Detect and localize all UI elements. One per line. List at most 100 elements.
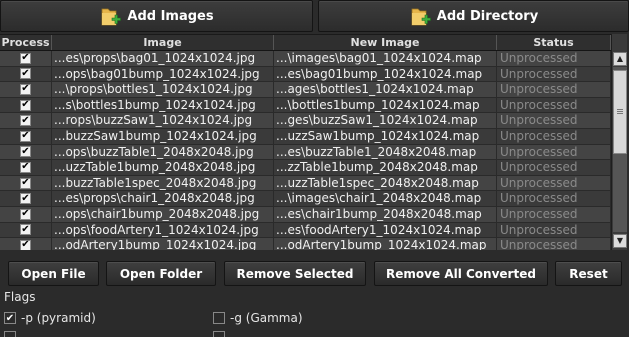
table-row[interactable]: ✔ ...ops\chair1bump_2048x2048.jpg ...es\ch… bbox=[0, 206, 611, 223]
vertical-scrollbar[interactable]: ▲ ▼ bbox=[611, 34, 627, 250]
table-row[interactable]: ✔ ...ops\buzzTable1_2048x2048.jpg ...es\bu… bbox=[0, 144, 611, 161]
process-cell: ✔ bbox=[0, 206, 52, 222]
column-header-new-image[interactable]: New Image bbox=[274, 35, 497, 50]
checkbox-checked-icon[interactable]: ✔ bbox=[20, 99, 31, 111]
add-directory-label: Add Directory bbox=[436, 8, 539, 24]
status-cell: Unprocessed bbox=[497, 113, 611, 128]
column-header-status[interactable]: Status bbox=[497, 35, 611, 50]
status-cell: Unprocessed bbox=[497, 175, 611, 191]
image-path-cell: ...es\props\chair1_2048x2048.jpg bbox=[52, 191, 274, 206]
new-image-path-cell: ...ages\bottles1_1024x1024.map bbox=[274, 82, 497, 97]
table-row[interactable]: ✔ ...ops\bag01bump_1024x1024.jpg ...es\bag… bbox=[0, 66, 611, 83]
checkbox-checked-icon[interactable]: ✔ bbox=[20, 68, 31, 80]
status-cell: Unprocessed bbox=[497, 82, 611, 97]
flag-pyramid-checkbox[interactable]: ✔ -p (pyramid) bbox=[4, 311, 96, 325]
checkbox-checked-icon[interactable]: ✔ bbox=[20, 161, 31, 173]
new-image-path-cell: ...\images\chair1_2048x2048.map bbox=[274, 191, 497, 206]
checkbox-checked-icon[interactable]: ✔ bbox=[4, 312, 16, 324]
new-image-path-cell: ...es\foodArtery1_1024x1024.map bbox=[274, 222, 497, 238]
new-image-path-cell: ...uzzSaw1bump_1024x1024.map bbox=[274, 128, 497, 144]
process-cell: ✔ bbox=[0, 191, 52, 206]
flag-gamma-checkbox[interactable]: -g (Gamma) bbox=[213, 311, 303, 325]
checkbox-checked-icon[interactable]: ✔ bbox=[20, 83, 31, 95]
add-images-button[interactable]: Add Images bbox=[0, 0, 313, 32]
image-path-cell: ...es\props\bag01_1024x1024.jpg bbox=[52, 51, 274, 66]
new-image-path-cell: ...ges\buzzSaw1_1024x1024.map bbox=[274, 113, 497, 128]
grid-body: ✔ ...es\props\bag01_1024x1024.jpg ...\imag… bbox=[0, 51, 611, 250]
flags-label: Flags bbox=[4, 290, 36, 304]
reset-button[interactable]: Reset bbox=[555, 261, 622, 286]
checkbox-checked-icon[interactable]: ✔ bbox=[20, 193, 31, 205]
new-image-path-cell: ...es\chair1bump_2048x2048.map bbox=[274, 206, 497, 222]
process-cell: ✔ bbox=[0, 97, 52, 113]
column-header-process[interactable]: Process bbox=[0, 35, 52, 50]
checkbox-checked-icon[interactable]: ✔ bbox=[20, 146, 31, 158]
checkbox-checked-icon[interactable]: ✔ bbox=[20, 115, 31, 127]
image-path-cell: ...s\bottles1bump_1024x1024.jpg bbox=[52, 97, 274, 113]
process-cell: ✔ bbox=[0, 238, 52, 250]
new-image-path-cell: ...uzzTable1spec_2048x2048.map bbox=[274, 175, 497, 191]
table-row[interactable]: ✔ ...buzzSaw1bump_1024x1024.jpg ...uzzSaw1… bbox=[0, 128, 611, 145]
new-image-path-cell: ...\images\bag01_1024x1024.map bbox=[274, 51, 497, 66]
process-cell: ✔ bbox=[0, 175, 52, 191]
status-cell: Unprocessed bbox=[497, 66, 611, 82]
table-row[interactable]: ✔ ...\props\bottles1_1024x1024.jpg ...ages… bbox=[0, 82, 611, 98]
table-row[interactable]: ✔ ...s\bottles1bump_1024x1024.jpg ...\bott… bbox=[0, 97, 611, 114]
image-path-cell: ...ops\foodArtery1_1024x1024.jpg bbox=[52, 222, 274, 238]
new-image-path-cell: ...es\bag01bump_1024x1024.map bbox=[274, 66, 497, 82]
image-path-cell: ...buzzSaw1bump_1024x1024.jpg bbox=[52, 128, 274, 144]
image-path-cell: ...rops\buzzSaw1_1024x1024.jpg bbox=[52, 113, 274, 128]
status-cell: Unprocessed bbox=[497, 238, 611, 250]
process-cell: ✔ bbox=[0, 113, 52, 128]
image-path-cell: ...\props\bottles1_1024x1024.jpg bbox=[52, 82, 274, 97]
image-grid[interactable]: Process Image New Image Status ✔ ...es\pr… bbox=[0, 34, 611, 250]
process-cell: ✔ bbox=[0, 144, 52, 160]
open-folder-button[interactable]: Open Folder bbox=[106, 261, 216, 286]
add-directory-button[interactable]: Add Directory bbox=[318, 0, 629, 32]
process-cell: ✔ bbox=[0, 51, 52, 66]
process-cell: ✔ bbox=[0, 222, 52, 238]
table-row[interactable]: ✔ ...odArtery1bump_1024x1024.jpg ...odArte… bbox=[0, 238, 611, 250]
checkbox-unchecked-icon[interactable] bbox=[213, 312, 225, 324]
status-cell: Unprocessed bbox=[497, 191, 611, 206]
checkbox-checked-icon[interactable]: ✔ bbox=[20, 130, 31, 142]
scroll-up-arrow-icon[interactable]: ▲ bbox=[613, 52, 627, 66]
table-row[interactable]: ✔ ...es\props\chair1_2048x2048.jpg ...\ima… bbox=[0, 191, 611, 207]
status-cell: Unprocessed bbox=[497, 160, 611, 175]
checkbox-checked-icon[interactable]: ✔ bbox=[20, 208, 31, 220]
column-header-image[interactable]: Image bbox=[52, 35, 274, 50]
new-image-path-cell: ...zzTable1bump_2048x2048.map bbox=[274, 160, 497, 175]
checkbox-checked-icon[interactable]: ✔ bbox=[20, 52, 31, 64]
status-cell: Unprocessed bbox=[497, 144, 611, 160]
checkbox-checked-icon[interactable]: ✔ bbox=[20, 177, 31, 189]
table-row[interactable]: ✔ ...buzzTable1spec_2048x2048.jpg ...uzzTa… bbox=[0, 175, 611, 192]
status-cell: Unprocessed bbox=[497, 222, 611, 238]
status-cell: Unprocessed bbox=[497, 97, 611, 113]
table-row[interactable]: ✔ ...rops\buzzSaw1_1024x1024.jpg ...ges\bu… bbox=[0, 113, 611, 129]
status-cell: Unprocessed bbox=[497, 206, 611, 222]
image-path-cell: ...ops\bag01bump_1024x1024.jpg bbox=[52, 66, 274, 82]
scrollbar-thumb[interactable] bbox=[613, 70, 627, 154]
scroll-down-arrow-icon[interactable]: ▼ bbox=[613, 234, 627, 248]
image-path-cell: ...uzzTable1bump_2048x2048.jpg bbox=[52, 160, 274, 175]
new-image-path-cell: ...\bottles1bump_1024x1024.map bbox=[274, 97, 497, 113]
remove-all-converted-button[interactable]: Remove All Converted bbox=[374, 261, 548, 286]
table-row[interactable]: ✔ ...uzzTable1bump_2048x2048.jpg ...zzTabl… bbox=[0, 160, 611, 176]
open-file-button[interactable]: Open File bbox=[8, 261, 99, 286]
status-cell: Unprocessed bbox=[497, 51, 611, 66]
checkbox-checked-icon[interactable]: ✔ bbox=[20, 224, 31, 236]
folder-add-icon bbox=[411, 8, 431, 26]
grid-header: Process Image New Image Status bbox=[0, 35, 611, 51]
new-image-path-cell: ...odArtery1bump_1024x1024.map bbox=[274, 238, 497, 250]
flag-pyramid-label: -p (pyramid) bbox=[21, 311, 96, 325]
flag-gamma-label: -g (Gamma) bbox=[230, 311, 303, 325]
table-row[interactable]: ✔ ...ops\foodArtery1_1024x1024.jpg ...es\f… bbox=[0, 222, 611, 239]
checkbox-checked-icon[interactable]: ✔ bbox=[20, 239, 31, 250]
image-path-cell: ...buzzTable1spec_2048x2048.jpg bbox=[52, 175, 274, 191]
table-row[interactable]: ✔ ...es\props\bag01_1024x1024.jpg ...\imag… bbox=[0, 51, 611, 67]
next-flags-row-partial bbox=[0, 331, 629, 337]
image-path-cell: ...odArtery1bump_1024x1024.jpg bbox=[52, 238, 274, 250]
process-cell: ✔ bbox=[0, 82, 52, 97]
remove-selected-button[interactable]: Remove Selected bbox=[224, 261, 366, 286]
process-cell: ✔ bbox=[0, 128, 52, 144]
